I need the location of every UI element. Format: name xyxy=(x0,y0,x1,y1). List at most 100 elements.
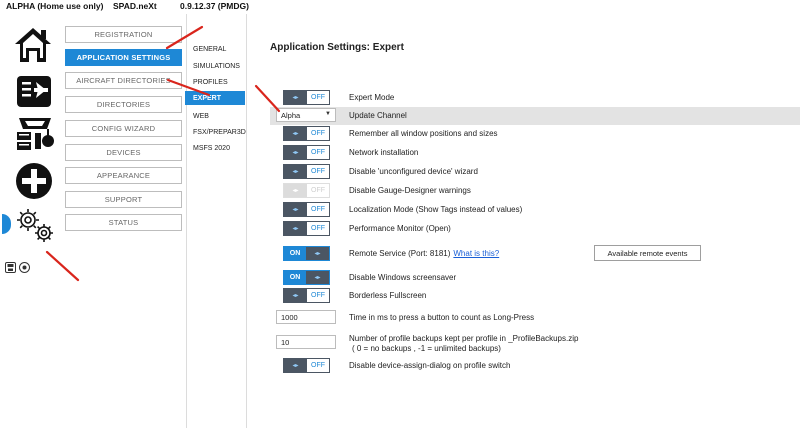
toggle-knob-icon: ◂▸ xyxy=(284,127,307,140)
active-indicator xyxy=(2,214,11,234)
save-icon[interactable] xyxy=(5,262,16,273)
setting-row-localization-mode: ◂▸ OFF Localization Mode (Show Tags inst… xyxy=(270,201,800,219)
settings-subnav: GENERAL SIMULATIONS PROFILES EXPERT WEB … xyxy=(185,14,247,428)
devices-icon[interactable] xyxy=(15,115,55,155)
remember-window-toggle[interactable]: ◂▸ OFF xyxy=(283,126,330,141)
disable-device-assign-dialog-toggle[interactable]: ◂▸ OFF xyxy=(283,358,330,373)
setting-row-gauge-designer-warnings: ◂▸ OFF Disable Gauge-Designer warnings xyxy=(270,182,800,200)
add-icon[interactable] xyxy=(15,162,53,202)
settings-content: Application Settings: Expert ◂▸ OFF Expe… xyxy=(247,14,800,428)
setting-row-long-press-time: 1000 Time in ms to press a button to cou… xyxy=(270,309,800,327)
toggle-state: OFF xyxy=(307,146,329,159)
setting-row-update-channel: Alpha ▼ Update Channel xyxy=(270,107,800,125)
setting-row-network-installation: ◂▸ OFF Network installation xyxy=(270,144,800,162)
subnav-fsx-prepar3d[interactable]: FSX/PREPAR3D xyxy=(185,125,246,139)
setting-row-disable-screensaver: ON ◂▸ Disable Windows screensaver xyxy=(270,269,800,287)
setting-row-remote-service: ON ◂▸ Remote Service (Port: 8181) What is… xyxy=(270,245,800,263)
toggle-state: OFF xyxy=(307,127,329,140)
localization-mode-toggle[interactable]: ◂▸ OFF xyxy=(283,202,330,217)
disable-unconfigured-wizard-toggle[interactable]: ◂▸ OFF xyxy=(283,164,330,179)
toggle-state: OFF xyxy=(307,91,329,104)
toggle-state: OFF xyxy=(307,203,329,216)
title-bar: ALPHA (Home use only) SPAD.neXt 0.9.12.3… xyxy=(0,0,800,14)
subnav-msfs-2020[interactable]: MSFS 2020 xyxy=(185,141,245,155)
icon-sidebar xyxy=(0,14,60,428)
gauge-designer-warnings-toggle[interactable]: ◂▸ OFF xyxy=(283,183,330,198)
toggle-state: OFF xyxy=(307,289,329,302)
setting-row-profile-backups: 10 Number of profile backups kept per pr… xyxy=(270,333,800,357)
toggle-state: OFF xyxy=(307,359,329,372)
profile-icon[interactable] xyxy=(19,262,30,273)
toggle-state: ON xyxy=(284,247,306,260)
nav-registration[interactable]: REGISTRATION xyxy=(65,26,182,43)
what-is-this-link[interactable]: What is this? xyxy=(453,249,499,258)
setting-label: Disable 'unconfigured device' wizard xyxy=(349,167,478,176)
subnav-expert[interactable]: EXPERT xyxy=(185,91,245,105)
toggle-knob-icon: ◂▸ xyxy=(284,146,307,159)
setting-sublabel: ( 0 = no backups , -1 = unlimited backup… xyxy=(352,344,501,353)
long-press-time-input[interactable]: 1000 xyxy=(276,310,336,324)
setting-label: Performance Monitor (Open) xyxy=(349,224,451,233)
nav-appearance[interactable]: APPEARANCE xyxy=(65,167,182,184)
update-channel-select[interactable]: Alpha ▼ xyxy=(276,108,336,122)
profile-backups-input[interactable]: 10 xyxy=(276,335,336,349)
nav-status[interactable]: STATUS xyxy=(65,214,182,231)
setting-label: Borderless Fullscreen xyxy=(349,291,427,300)
version-label: 0.9.12.37 (PMDG) xyxy=(180,1,249,11)
nav-application-settings[interactable]: APPLICATION SETTINGS xyxy=(65,49,182,66)
setting-label: Update Channel xyxy=(349,111,407,120)
setting-row-performance-monitor: ◂▸ OFF Performance Monitor (Open) xyxy=(270,220,800,238)
nav-devices[interactable]: DEVICES xyxy=(65,144,182,161)
setting-label: Number of profile backups kept per profi… xyxy=(349,334,579,343)
toggle-knob-icon: ◂▸ xyxy=(306,271,329,284)
gears-icon[interactable] xyxy=(14,206,56,248)
toggle-state: ON xyxy=(284,271,306,284)
toggle-knob-icon: ◂▸ xyxy=(284,289,307,302)
home-icon[interactable] xyxy=(14,27,52,65)
nav-directories[interactable]: DIRECTORIES xyxy=(65,96,182,113)
network-installation-toggle[interactable]: ◂▸ OFF xyxy=(283,145,330,160)
setting-row-borderless-fullscreen: ◂▸ OFF Borderless Fullscreen xyxy=(270,287,800,305)
setting-label: Remote Service (Port: 8181) What is this? xyxy=(349,249,499,258)
setting-label: Disable Gauge-Designer warnings xyxy=(349,186,471,195)
aircraft-icon[interactable] xyxy=(16,73,52,111)
remote-service-label: Remote Service (Port: 8181) xyxy=(349,249,451,258)
available-remote-events-button[interactable]: Available remote events xyxy=(594,245,701,261)
toggle-knob-icon: ◂▸ xyxy=(306,247,329,260)
nav-aircraft-directories[interactable]: AIRCRAFT DIRECTORIES xyxy=(65,72,182,89)
performance-monitor-toggle[interactable]: ◂▸ OFF xyxy=(283,221,330,236)
setting-label: Network installation xyxy=(349,148,419,157)
product-name-label: SPAD.neXt xyxy=(113,1,157,11)
toggle-knob-icon: ◂▸ xyxy=(284,184,307,197)
setting-label: Disable device-assign-dialog on profile … xyxy=(349,361,511,370)
subnav-profiles[interactable]: PROFILES xyxy=(185,75,245,89)
toggle-knob-icon: ◂▸ xyxy=(284,91,307,104)
toggle-state: OFF xyxy=(307,165,329,178)
setting-label: Disable Windows screensaver xyxy=(349,273,457,282)
subnav-web[interactable]: WEB xyxy=(185,109,245,123)
expert-mode-toggle[interactable]: ◂▸ OFF xyxy=(283,90,330,105)
toggle-knob-icon: ◂▸ xyxy=(284,165,307,178)
select-value: Alpha xyxy=(281,110,301,120)
setting-row-expert-mode: ◂▸ OFF Expert Mode xyxy=(270,89,800,107)
toggle-state: OFF xyxy=(307,222,329,235)
nav-support[interactable]: SUPPORT xyxy=(65,191,182,208)
borderless-fullscreen-toggle[interactable]: ◂▸ OFF xyxy=(283,288,330,303)
chevron-down-icon: ▼ xyxy=(325,111,331,117)
toggle-state: OFF xyxy=(307,184,329,197)
setting-row-disable-unconfigured-wizard: ◂▸ OFF Disable 'unconfigured device' wiz… xyxy=(270,163,800,181)
nav-config-wizard[interactable]: CONFIG WIZARD xyxy=(65,120,182,137)
setting-label: Localization Mode (Show Tags instead of … xyxy=(349,205,523,214)
setting-label: Expert Mode xyxy=(349,93,395,102)
subnav-simulations[interactable]: SIMULATIONS xyxy=(185,59,245,73)
main-nav: REGISTRATION APPLICATION SETTINGS AIRCRA… xyxy=(60,14,187,428)
subnav-general[interactable]: GENERAL xyxy=(185,42,245,56)
toggle-knob-icon: ◂▸ xyxy=(284,222,307,235)
toggle-knob-icon: ◂▸ xyxy=(284,359,307,372)
setting-label: Remember all window positions and sizes xyxy=(349,129,498,138)
remote-service-toggle[interactable]: ON ◂▸ xyxy=(283,246,330,261)
page-title: Application Settings: Expert xyxy=(270,42,404,53)
app-edition-label: ALPHA (Home use only) xyxy=(6,1,104,11)
setting-row-remember-window: ◂▸ OFF Remember all window positions and… xyxy=(270,125,800,143)
disable-screensaver-toggle[interactable]: ON ◂▸ xyxy=(283,270,330,285)
